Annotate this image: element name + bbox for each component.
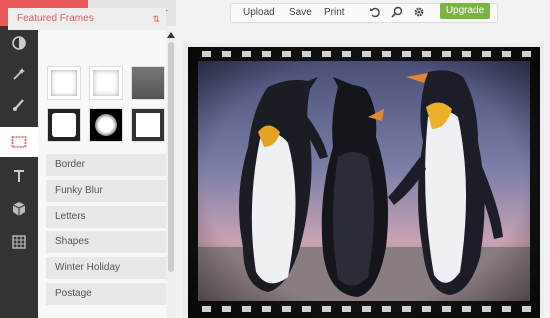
frame-thumb-soft[interactable] bbox=[89, 66, 123, 100]
frame-thumb-vignette[interactable] bbox=[89, 108, 123, 142]
frame-thumb-dark[interactable] bbox=[131, 66, 165, 100]
category-shapes[interactable]: Shapes bbox=[46, 231, 166, 253]
undo-icon[interactable] bbox=[369, 4, 381, 22]
brush-icon[interactable] bbox=[0, 92, 38, 118]
photo-canvas[interactable] bbox=[188, 47, 540, 318]
search-icon[interactable] bbox=[391, 4, 403, 22]
category-postage[interactable]: Postage bbox=[46, 283, 166, 305]
frame-thumb-film[interactable] bbox=[131, 108, 165, 142]
magic-wand-icon[interactable] bbox=[0, 61, 38, 87]
sort-icon[interactable]: ⇅ bbox=[152, 8, 160, 30]
frame-thumb-white[interactable] bbox=[47, 66, 81, 100]
tool-rail bbox=[0, 26, 38, 318]
palette-icon[interactable] bbox=[0, 30, 38, 56]
featured-frames-header[interactable]: Featured Frames ⇅ bbox=[8, 8, 166, 30]
frame-icon[interactable] bbox=[0, 127, 38, 157]
category-letters[interactable]: Letters bbox=[46, 206, 166, 228]
category-border[interactable]: Border bbox=[46, 154, 166, 176]
cube-icon[interactable] bbox=[0, 196, 38, 222]
upgrade-button[interactable]: Upgrade bbox=[440, 3, 490, 19]
category-funky-blur[interactable]: Funky Blur bbox=[46, 180, 166, 202]
panel-scrollbar[interactable] bbox=[166, 28, 176, 318]
upload-button[interactable]: Upload bbox=[243, 4, 275, 22]
featured-frames-title: Featured Frames bbox=[17, 13, 94, 24]
texture-icon[interactable] bbox=[0, 229, 38, 255]
scroll-up-icon[interactable] bbox=[167, 32, 175, 38]
save-button[interactable]: Save bbox=[289, 4, 312, 22]
gear-icon[interactable] bbox=[413, 4, 425, 22]
text-icon[interactable] bbox=[0, 163, 38, 189]
frame-thumb-grunge[interactable] bbox=[47, 108, 81, 142]
penguin-photo bbox=[188, 47, 540, 318]
print-button[interactable]: Print bbox=[324, 4, 345, 22]
scroll-thumb[interactable] bbox=[168, 42, 174, 272]
category-winter-holiday[interactable]: Winter Holiday bbox=[46, 257, 166, 279]
